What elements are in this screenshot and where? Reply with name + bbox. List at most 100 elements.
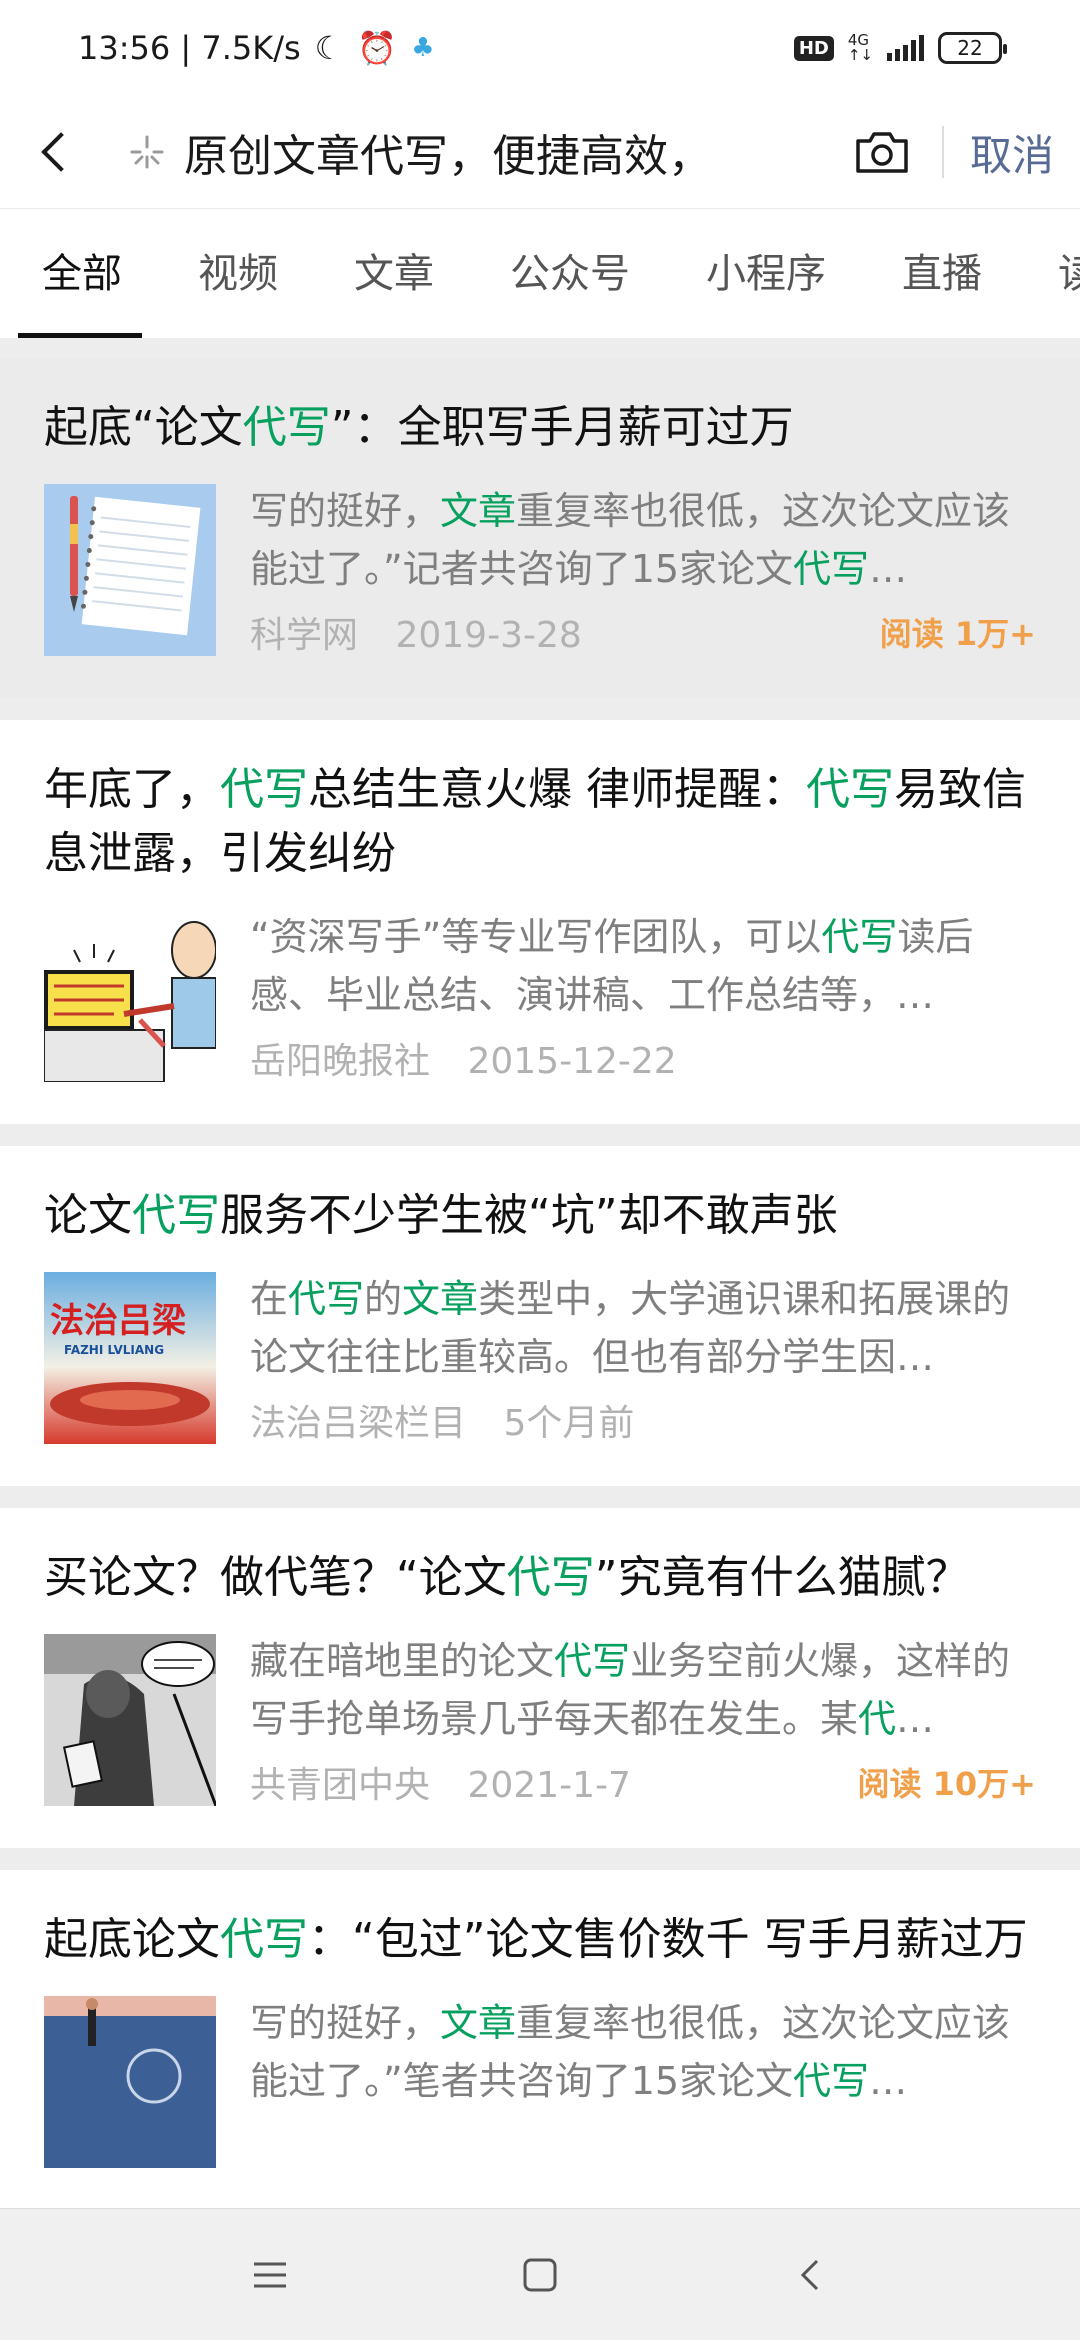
title-text: 服务不少学生被“坑”却不敢声张 bbox=[220, 1190, 838, 1241]
result-snippet: 写的挺好，文章重复率也很低，这次论文应该能过了。”记者共咨询了15家论文代写… bbox=[250, 482, 1036, 598]
result-snippet: 藏在暗地里的论文代写业务空前火爆，这样的写手抢单场景几乎每天都在发生。某代… bbox=[250, 1632, 1036, 1748]
back-nav-icon bbox=[800, 2259, 819, 2290]
tab-mini-programs[interactable]: 小程序 bbox=[668, 209, 864, 338]
tv-logo-image: 法治吕梁 FAZHI LVLIANG bbox=[44, 1272, 216, 1444]
battery-level: 22 bbox=[957, 36, 983, 60]
result-source[interactable]: 科学网 bbox=[250, 615, 358, 656]
result-meta: 法治吕梁栏目 5个月前 bbox=[250, 1394, 1036, 1446]
result-body: 藏在暗地里的论文代写业务空前火爆，这样的写手抢单场景几乎每天都在发生。某代… 共… bbox=[44, 1632, 1036, 1808]
result-date: 2015-12-22 bbox=[467, 1041, 677, 1082]
title-highlight: 代写 bbox=[220, 764, 308, 815]
notebook-thumbnail[interactable] bbox=[44, 484, 216, 656]
home-icon bbox=[523, 2258, 557, 2291]
result-text: 写的挺好，文章重复率也很低，这次论文应该能过了。”记者共咨询了15家论文代写… … bbox=[250, 482, 1036, 658]
result-snippet: 写的挺好，文章重复率也很低，这次论文应该能过了。”笔者共咨询了15家论文代写… bbox=[250, 1994, 1036, 2110]
result-meta: 共青团中央 2021-1-7 阅读 10万+ bbox=[250, 1756, 1036, 1808]
tab-official-accounts[interactable]: 公众号 bbox=[472, 209, 668, 338]
snippet-highlight: 文章 bbox=[440, 489, 517, 533]
snippet-highlight: 代写 bbox=[288, 1277, 365, 1321]
snippet-text: 在 bbox=[250, 1277, 289, 1321]
title-text: 起底论文 bbox=[44, 1914, 220, 1965]
result-title[interactable]: 起底论文代写：“包过”论文售价数千 写手月薪过万 bbox=[44, 1908, 1036, 1972]
title-highlight: 代写 bbox=[506, 1552, 595, 1603]
tab-articles[interactable]: 文章 bbox=[316, 209, 472, 338]
cancel-button[interactable]: 取消 bbox=[944, 122, 1080, 183]
result-title[interactable]: 买论文？做代笔？“论文代写”究竟有什么猫腻？ bbox=[44, 1546, 1036, 1610]
result-date: 2019-3-28 bbox=[395, 615, 582, 656]
comic-thumbnail[interactable] bbox=[44, 1634, 216, 1806]
snippet-highlight: 代写 bbox=[821, 915, 898, 959]
snippet-text: … bbox=[869, 2059, 908, 2103]
menu-nav-button[interactable] bbox=[245, 2250, 295, 2300]
result-card[interactable]: 买论文？做代笔？“论文代写”究竟有什么猫腻？ 藏在暗地里的论文代写业务空前火爆，… bbox=[0, 1508, 1080, 1848]
app-notification-icon: ♣ bbox=[411, 33, 435, 63]
result-source[interactable]: 法治吕梁栏目 bbox=[250, 1403, 466, 1444]
comic-image bbox=[44, 1634, 216, 1806]
read-count: 阅读 10万+ bbox=[857, 1765, 1037, 1803]
cartoon-thumbnail[interactable] bbox=[44, 910, 216, 1082]
cartoon-image bbox=[44, 910, 216, 1082]
result-source[interactable]: 共青团中央 bbox=[250, 1765, 430, 1806]
search-query[interactable]: 原创文章代写，便捷高效， bbox=[184, 120, 712, 184]
snippet-text: 写的挺好， bbox=[250, 489, 441, 533]
back-button[interactable] bbox=[0, 96, 110, 208]
status-right: HD 4G ↑↓ 22 bbox=[793, 32, 1007, 64]
money-thumbnail[interactable] bbox=[44, 1996, 216, 2168]
camera-button[interactable] bbox=[842, 96, 922, 208]
category-tabs: 全部 视频 文章 公众号 小程序 直播 读 bbox=[0, 208, 1080, 338]
result-text: 在代写的文章类型中，大学通识课和拓展课的论文往往比重较高。但也有部分学生因… 法… bbox=[250, 1270, 1036, 1446]
result-date: 5个月前 bbox=[503, 1403, 635, 1444]
snippet-highlight: 文章 bbox=[402, 1277, 479, 1321]
title-highlight: 代写 bbox=[242, 402, 331, 453]
snippet-text: … bbox=[869, 547, 908, 591]
result-card[interactable]: 起底论文代写：“包过”论文售价数千 写手月薪过万 写的挺好，文章重复率也很低，这… bbox=[0, 1870, 1080, 2208]
result-text: 写的挺好，文章重复率也很低，这次论文应该能过了。”笔者共咨询了15家论文代写… bbox=[250, 1994, 1036, 2168]
moon-icon: ☾ bbox=[314, 29, 344, 67]
tv-logo-subtext: FAZHI LVLIANG bbox=[64, 1343, 164, 1357]
title-text: 买论文？做代笔？“论文 bbox=[44, 1552, 507, 1603]
search-input[interactable]: 原创文章代写，便捷高效， bbox=[110, 96, 842, 208]
snippet-highlight: 代写 bbox=[554, 1639, 631, 1683]
result-title[interactable]: 起底“论文代写”：全职写手月薪可过万 bbox=[44, 396, 1036, 460]
result-snippet: 在代写的文章类型中，大学通识课和拓展课的论文往往比重较高。但也有部分学生因… bbox=[250, 1270, 1036, 1386]
title-text: ：“包过”论文售价数千 写手月薪过万 bbox=[308, 1914, 1028, 1965]
home-nav-button[interactable] bbox=[515, 2250, 565, 2300]
read-count: 阅读 1万+ bbox=[879, 615, 1036, 653]
signal-icon bbox=[887, 35, 924, 61]
camera-icon bbox=[856, 132, 908, 173]
result-title[interactable]: 论文代写服务不少学生被“坑”却不敢声张 bbox=[44, 1184, 1036, 1248]
snippet-text: 写的挺好， bbox=[250, 2001, 441, 2045]
sparkle-icon bbox=[128, 133, 166, 171]
result-meta: 科学网 2019-3-28 阅读 1万+ bbox=[250, 606, 1036, 658]
result-meta: 岳阳晚报社 2015-12-22 bbox=[250, 1032, 1036, 1084]
status-bar: 13:56 | 7.5K/s ☾ ⏰ ♣ HD 4G ↑↓ 22 bbox=[0, 0, 1080, 96]
result-source[interactable]: 岳阳晚报社 bbox=[250, 1041, 430, 1082]
tab-live[interactable]: 直播 bbox=[864, 209, 1020, 338]
result-snippet: “资深写手”等专业写作团队，可以代写读后感、毕业总结、演讲稿、工作总结等，… bbox=[250, 908, 1036, 1024]
notebook-image bbox=[44, 484, 216, 656]
result-body: 写的挺好，文章重复率也很低，这次论文应该能过了。”记者共咨询了15家论文代写… … bbox=[44, 482, 1036, 658]
tv-logo-thumbnail[interactable]: 法治吕梁 FAZHI LVLIANG bbox=[44, 1272, 216, 1444]
snippet-highlight: 代写 bbox=[793, 2059, 870, 2103]
result-body: 法治吕梁 FAZHI LVLIANG 在代写的文章类型中，大学通识课和拓展课的论… bbox=[44, 1270, 1036, 1446]
tab-video[interactable]: 视频 bbox=[160, 209, 316, 338]
results-list: 起底“论文代写”：全职写手月薪可过万 写的挺好，文章重复率也很低，这次论文应该能… bbox=[0, 358, 1080, 2230]
snippet-highlight: 文章 bbox=[440, 2001, 517, 2045]
result-card[interactable]: 起底“论文代写”：全职写手月薪可过万 写的挺好，文章重复率也很低，这次论文应该能… bbox=[0, 358, 1080, 698]
result-body: 写的挺好，文章重复率也很低，这次论文应该能过了。”笔者共咨询了15家论文代写… bbox=[44, 1994, 1036, 2168]
result-card[interactable]: 年底了，代写总结生意火爆 律师提醒：代写易致信息泄露，引发纠纷 “资深写手”等专… bbox=[0, 720, 1080, 1124]
tab-reading[interactable]: 读 bbox=[1020, 209, 1080, 338]
snippet-text: … bbox=[896, 1697, 935, 1741]
back-nav-button[interactable] bbox=[785, 2250, 835, 2300]
status-left: 13:56 | 7.5K/s ☾ ⏰ ♣ bbox=[78, 29, 435, 67]
tab-all[interactable]: 全部 bbox=[0, 209, 160, 338]
result-body: “资深写手”等专业写作团队，可以代写读后感、毕业总结、演讲稿、工作总结等，… 岳… bbox=[44, 908, 1036, 1084]
title-text: ”究竟有什么猫腻？ bbox=[594, 1552, 970, 1603]
search-header: 原创文章代写，便捷高效， 取消 bbox=[0, 96, 1080, 208]
result-title[interactable]: 年底了，代写总结生意火爆 律师提醒：代写易致信息泄露，引发纠纷 bbox=[44, 758, 1036, 886]
result-date: 2021-1-7 bbox=[467, 1765, 631, 1806]
title-text: 论文 bbox=[44, 1190, 132, 1241]
title-text: 起底“论文 bbox=[44, 402, 243, 453]
title-highlight: 代写 bbox=[132, 1190, 220, 1241]
result-card[interactable]: 论文代写服务不少学生被“坑”却不敢声张 法治吕梁 FAZHI LVLIANG 在… bbox=[0, 1146, 1080, 1486]
